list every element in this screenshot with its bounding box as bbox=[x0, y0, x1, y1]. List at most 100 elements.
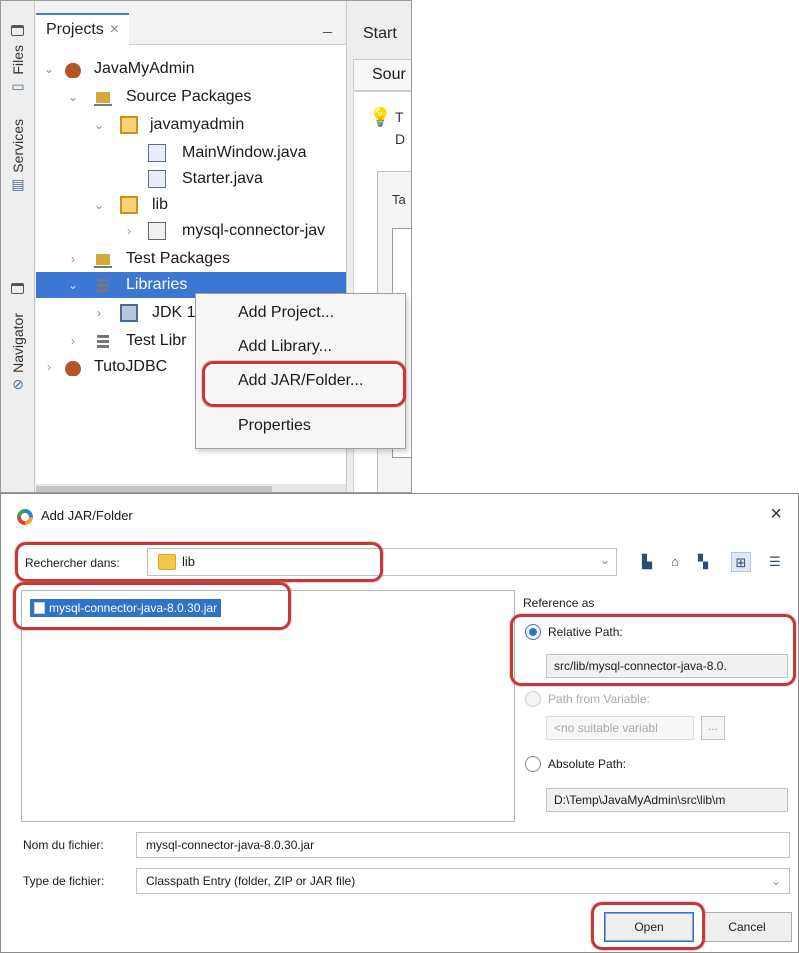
variable-select[interactable]: <no suitable variabl bbox=[546, 716, 694, 740]
expand-toggle-icon[interactable]: ⌄ bbox=[92, 112, 106, 138]
tree-item-label: Test Packages bbox=[126, 250, 231, 267]
navigator-icon: ⊘ bbox=[12, 375, 24, 392]
filetype-select[interactable]: Classpath Entry (folder, ZIP or JAR file… bbox=[136, 868, 790, 894]
tab-source[interactable]: Sour bbox=[353, 59, 411, 91]
expand-toggle-icon[interactable]: › bbox=[66, 246, 80, 272]
tree-item-javamyadmin[interactable]: ⌄ JavaMyAdmin bbox=[36, 56, 346, 82]
path-from-variable-label: Path from Variable: bbox=[548, 692, 650, 706]
tree-item-label: Test Libr bbox=[126, 332, 187, 349]
look-in-label: Rechercher dans: bbox=[25, 556, 120, 570]
context-menu: Add Project... Add Library... Add JAR/Fo… bbox=[195, 293, 406, 449]
filename-input[interactable]: mysql-connector-java-8.0.30.jar bbox=[136, 832, 790, 858]
files-icon: ▭ bbox=[11, 77, 25, 94]
file-item-label: mysql-connector-java-8.0.30.jar bbox=[49, 601, 218, 615]
tree-item-lib[interactable]: ⌄ lib bbox=[36, 192, 346, 218]
project-icon bbox=[64, 358, 82, 376]
chevron-down-icon[interactable]: ⌄ bbox=[600, 553, 610, 567]
tab-projects-label: Projects bbox=[46, 21, 104, 38]
tree-item-label: Libraries bbox=[126, 276, 188, 293]
expand-toggle-icon[interactable]: › bbox=[122, 218, 136, 244]
horizontal-scrollbar[interactable] bbox=[36, 484, 346, 492]
expand-toggle-icon[interactable]: ⌄ bbox=[66, 84, 80, 110]
projects-panel-header: Projects × _ bbox=[36, 1, 346, 45]
menu-separator bbox=[204, 405, 397, 406]
file-list[interactable]: mysql-connector-java-8.0.30.jar bbox=[21, 590, 515, 822]
project-icon bbox=[64, 60, 82, 78]
jar-icon bbox=[148, 222, 166, 240]
hint-text: T bbox=[395, 109, 404, 125]
java-file-icon bbox=[148, 170, 166, 188]
new-folder-icon[interactable]: ▚ bbox=[693, 552, 713, 572]
relative-path-field[interactable]: src/lib/mysql-connector-java-8.0. bbox=[546, 654, 788, 678]
libraries-icon bbox=[94, 276, 112, 294]
up-folder-icon[interactable]: ▙ bbox=[637, 552, 657, 572]
home-icon[interactable]: ⌂ bbox=[665, 552, 685, 572]
tree-item-label: TutoJDBC bbox=[94, 358, 168, 375]
dialog-title: Add JAR/Folder bbox=[41, 508, 133, 523]
source-packages-icon bbox=[94, 88, 112, 106]
filetype-label: Type de fichier: bbox=[23, 874, 105, 888]
side-tab-files-label: Files bbox=[10, 45, 26, 75]
restore-window-icon[interactable] bbox=[11, 25, 24, 36]
tree-item-javamyadmin-package[interactable]: ⌄ javamyadmin bbox=[36, 112, 346, 138]
hint-text: D bbox=[395, 131, 406, 147]
tree-item-source-packages[interactable]: ⌄ Source Packages bbox=[36, 84, 346, 110]
tree-item-label: MainWindow.java bbox=[182, 144, 307, 161]
package-icon bbox=[120, 116, 138, 134]
side-tab-navigator-label: Navigator bbox=[10, 313, 26, 373]
side-tab-strip: Files ▭ Services ▤ Navigator ⊘ bbox=[1, 1, 35, 492]
expand-toggle-icon[interactable]: ⌄ bbox=[42, 56, 56, 82]
jar-file-icon bbox=[34, 602, 45, 614]
tree-item-mysql-connector[interactable]: › mysql-connector-jav bbox=[36, 218, 346, 244]
expand-toggle-icon[interactable]: ⌄ bbox=[66, 272, 80, 298]
menu-item-add-library[interactable]: Add Library... bbox=[238, 338, 332, 356]
minimize-panel-button[interactable]: _ bbox=[323, 17, 332, 35]
lightbulb-hint-icon[interactable]: 💡 bbox=[369, 107, 391, 128]
expand-toggle-icon[interactable]: ⌄ bbox=[92, 192, 106, 218]
expand-toggle-icon[interactable]: › bbox=[42, 354, 56, 380]
expand-toggle-icon[interactable]: › bbox=[66, 328, 80, 354]
test-packages-icon bbox=[94, 250, 112, 268]
menu-item-add-jar-folder[interactable]: Add JAR/Folder... bbox=[238, 372, 363, 390]
tab-projects[interactable]: Projects × bbox=[36, 13, 130, 45]
relative-path-label: Relative Path: bbox=[548, 625, 623, 639]
tree-item-label: javamyadmin bbox=[150, 116, 245, 133]
expand-toggle-icon[interactable]: › bbox=[92, 300, 106, 326]
tree-item-mainwindow-java[interactable]: MainWindow.java bbox=[36, 140, 346, 166]
open-button[interactable]: Open bbox=[604, 912, 694, 942]
list-view-icon[interactable]: ⊞ bbox=[731, 552, 751, 572]
relative-path-radio[interactable] bbox=[525, 624, 541, 640]
tab-start[interactable]: Start bbox=[363, 25, 397, 43]
scrollbar-thumb[interactable] bbox=[36, 486, 272, 492]
side-tab-services-label: Services bbox=[10, 119, 26, 173]
restore-window-icon[interactable] bbox=[11, 283, 24, 294]
absolute-path-label: Absolute Path: bbox=[548, 757, 627, 771]
side-tab-files[interactable]: Files ▭ bbox=[4, 45, 32, 98]
list-item[interactable]: mysql-connector-java-8.0.30.jar bbox=[30, 599, 222, 617]
chevron-down-icon[interactable]: ⌄ bbox=[771, 869, 781, 893]
tree-item-test-packages[interactable]: › Test Packages bbox=[36, 246, 346, 272]
ide-window: Files ▭ Services ▤ Navigator ⊘ Projects ×… bbox=[0, 0, 412, 493]
menu-item-properties[interactable]: Properties bbox=[238, 417, 311, 435]
filename-label: Nom du fichier: bbox=[23, 838, 104, 852]
absolute-path-field[interactable]: D:\Temp\JavaMyAdmin\src\lib\m bbox=[546, 788, 788, 812]
details-view-icon[interactable]: ☰ bbox=[765, 552, 785, 572]
look-in-combobox[interactable]: lib ⌄ bbox=[147, 548, 617, 576]
side-tab-services[interactable]: Services ▤ bbox=[4, 119, 32, 196]
tree-item-label: lib bbox=[152, 196, 169, 213]
close-tab-icon[interactable]: × bbox=[110, 21, 119, 38]
menu-item-add-project[interactable]: Add Project... bbox=[238, 304, 334, 322]
filetype-value: Classpath Entry (folder, ZIP or JAR file… bbox=[146, 874, 356, 888]
close-dialog-button[interactable]: × bbox=[770, 503, 782, 526]
side-tab-navigator[interactable]: Navigator ⊘ bbox=[4, 313, 32, 396]
absolute-path-radio[interactable] bbox=[525, 756, 541, 772]
netbeans-logo-icon bbox=[17, 509, 33, 525]
path-from-variable-radio[interactable] bbox=[525, 691, 541, 707]
reference-as-label: Reference as bbox=[523, 596, 595, 610]
cancel-button[interactable]: Cancel bbox=[702, 912, 792, 942]
java-file-icon bbox=[148, 144, 166, 162]
tree-item-starter-java[interactable]: Starter.java bbox=[36, 166, 346, 192]
variable-browse-button[interactable]: ... bbox=[701, 716, 725, 740]
package-icon bbox=[120, 196, 138, 214]
tree-item-label: JDK 1 bbox=[152, 304, 196, 321]
